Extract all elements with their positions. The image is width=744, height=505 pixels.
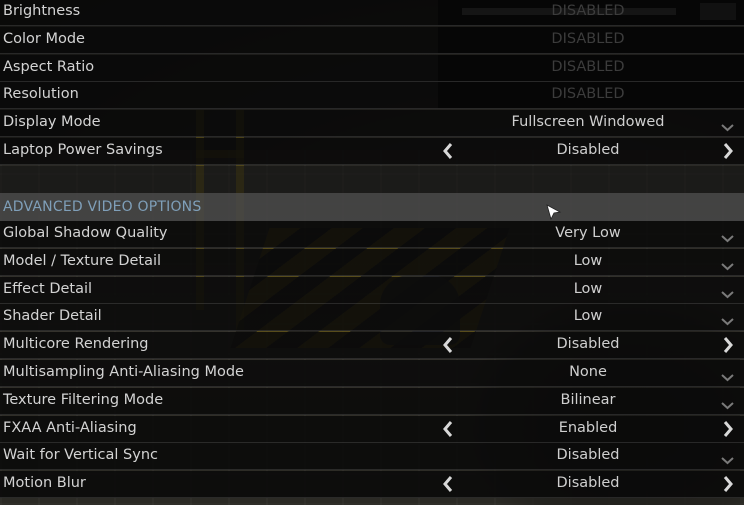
- setting-value[interactable]: Disabled: [440, 447, 736, 463]
- setting-value[interactable]: Low: [440, 281, 736, 297]
- setting-row-motion-blur[interactable]: Motion Blur Disabled: [0, 471, 744, 499]
- setting-row-multisampling-anti-aliasing-mode[interactable]: Multisampling Anti-Aliasing Mode None: [0, 360, 744, 387]
- setting-label: Multicore Rendering: [3, 336, 149, 353]
- setting-row-global-shadow-quality[interactable]: Global Shadow Quality Very Low: [0, 221, 744, 248]
- setting-value: DISABLED: [551, 3, 625, 19]
- setting-row-color-mode: Color Mode DISABLED: [0, 26, 744, 54]
- setting-value[interactable]: Bilinear: [440, 392, 736, 408]
- setting-row-brightness: Brightness DISABLED: [0, 0, 744, 26]
- setting-value[interactable]: Very Low: [440, 225, 736, 241]
- setting-value[interactable]: None: [440, 364, 736, 380]
- setting-row-model-texture-detail[interactable]: Model / Texture Detail Low: [0, 248, 744, 276]
- mouse-cursor-icon: [546, 204, 562, 221]
- setting-label: FXAA Anti-Aliasing: [3, 419, 137, 436]
- setting-value[interactable]: Enabled: [440, 420, 736, 436]
- arrow-right-icon[interactable]: [721, 420, 735, 438]
- setting-value[interactable]: Fullscreen Windowed: [440, 114, 736, 130]
- setting-row-texture-filtering-mode[interactable]: Texture Filtering Mode Bilinear: [0, 387, 744, 415]
- setting-value[interactable]: Low: [440, 308, 736, 324]
- setting-label: Motion Blur: [3, 475, 86, 492]
- setting-value: DISABLED: [551, 58, 625, 75]
- setting-row-wait-for-vertical-sync[interactable]: Wait for Vertical Sync Disabled: [0, 443, 744, 471]
- chevron-down-icon[interactable]: [721, 313, 734, 326]
- setting-row-resolution: Resolution DISABLED: [0, 82, 744, 110]
- setting-value: DISABLED: [551, 86, 625, 103]
- arrow-right-icon[interactable]: [721, 142, 735, 160]
- chevron-down-icon[interactable]: [721, 230, 734, 243]
- setting-label: Brightness: [3, 3, 81, 19]
- setting-label: Laptop Power Savings: [3, 142, 163, 158]
- setting-label: Multisampling Anti-Aliasing Mode: [3, 364, 244, 380]
- video-settings-panel: ADVANCED VIDEO OPTIONS Brightness DISABLE…: [0, 0, 744, 505]
- setting-row-fxaa-anti-aliasing[interactable]: FXAA Anti-Aliasing Enabled: [0, 415, 744, 443]
- arrow-left-icon[interactable]: [441, 475, 455, 493]
- chevron-down-icon[interactable]: [721, 397, 734, 410]
- setting-row-multicore-rendering[interactable]: Multicore Rendering Disabled: [0, 332, 744, 360]
- setting-row-effect-detail[interactable]: Effect Detail Low: [0, 276, 744, 304]
- arrow-left-icon[interactable]: [441, 142, 455, 160]
- chevron-down-icon[interactable]: [721, 258, 734, 271]
- setting-value[interactable]: Disabled: [440, 475, 736, 491]
- setting-value: DISABLED: [551, 30, 625, 47]
- chevron-down-icon[interactable]: [721, 119, 734, 132]
- setting-value[interactable]: Disabled: [440, 142, 736, 158]
- arrow-right-icon[interactable]: [721, 336, 735, 354]
- chevron-down-icon[interactable]: [721, 369, 734, 382]
- arrow-right-icon[interactable]: [721, 475, 735, 493]
- arrow-left-icon[interactable]: [441, 336, 455, 354]
- setting-label: Resolution: [3, 86, 79, 103]
- setting-value[interactable]: Disabled: [440, 336, 736, 352]
- setting-row-aspect-ratio: Aspect Ratio DISABLED: [0, 54, 744, 82]
- setting-label: Model / Texture Detail: [3, 252, 162, 269]
- setting-row-display-mode[interactable]: Display Mode Fullscreen Windowed: [0, 110, 744, 138]
- setting-label: Texture Filtering Mode: [3, 391, 164, 408]
- setting-label: Color Mode: [3, 30, 85, 47]
- setting-row-shader-detail[interactable]: Shader Detail Low: [0, 304, 744, 332]
- section-title: ADVANCED VIDEO OPTIONS: [3, 199, 202, 215]
- arrow-left-icon[interactable]: [441, 420, 455, 438]
- section-spacer: [0, 166, 744, 193]
- setting-label: Shader Detail: [3, 308, 102, 325]
- setting-label: Display Mode: [3, 114, 101, 131]
- setting-label: Wait for Vertical Sync: [3, 447, 158, 464]
- chevron-down-icon[interactable]: [721, 286, 734, 299]
- setting-label: Aspect Ratio: [3, 58, 95, 75]
- setting-label: Global Shadow Quality: [3, 225, 168, 241]
- setting-value[interactable]: Low: [440, 253, 736, 269]
- setting-row-laptop-power-savings[interactable]: Laptop Power Savings Disabled: [0, 138, 744, 165]
- setting-label: Effect Detail: [3, 280, 93, 297]
- advanced-video-options-header: ADVANCED VIDEO OPTIONS: [0, 193, 744, 221]
- chevron-down-icon[interactable]: [721, 452, 734, 465]
